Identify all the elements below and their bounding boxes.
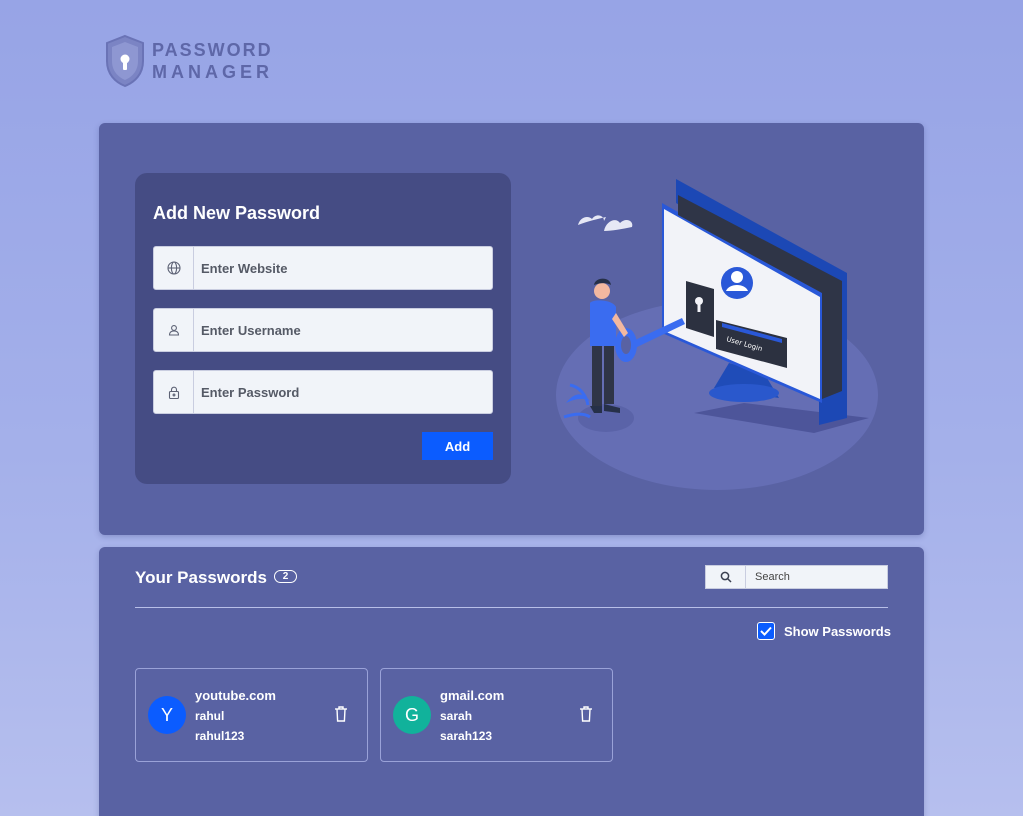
password-item: G gmail.com sarah sarah123 [380,668,613,762]
password-value: rahul123 [195,729,245,743]
avatar: Y [148,696,186,734]
password-value: sarah123 [440,729,493,743]
add-password-card: Add New Password Enter Website Enter Use… [99,123,924,535]
trash-icon[interactable] [578,705,594,723]
logo-line-1: PASSWORD [152,40,273,60]
lock-icon [154,371,194,413]
website-input[interactable] [194,260,484,276]
show-passwords-toggle[interactable]: Show Passwords [757,622,891,640]
shield-keyhole-icon [106,34,144,88]
username-input[interactable] [194,322,484,338]
password-username: rahul [195,709,225,723]
passwords-list-card: Your Passwords 2 Show Passwords Y youtub… [99,547,924,816]
form-title: Add New Password [153,203,321,223]
website-field [153,246,493,290]
search-input[interactable] [746,571,886,583]
app-logo: PASSWORD MANAGER [104,34,273,88]
password-website: gmail.com [440,688,505,703]
avatar: G [393,696,431,734]
add-password-form: Add New Password Enter Website Enter Use… [135,173,511,484]
password-field [153,370,493,414]
username-field [153,308,493,352]
user-icon [154,309,194,351]
show-passwords-checkbox[interactable] [757,622,775,640]
globe-icon [154,247,194,289]
search-field [705,565,888,589]
logo-line-2: MANAGER [152,62,273,82]
password-website: youtube.com [195,688,276,703]
add-button[interactable]: Add [422,432,493,460]
password-username: sarah [440,709,473,723]
trash-icon[interactable] [333,705,349,723]
search-icon [706,566,746,588]
show-passwords-label: Show Passwords [784,623,891,639]
password-count-badge: 2 [274,570,297,583]
password-illustration: User Login [556,179,878,490]
password-item: Y youtube.com rahul rahul123 [135,668,368,762]
divider [135,607,888,608]
password-input[interactable] [194,384,484,400]
passwords-title: Your Passwords [135,568,267,587]
checkmark-icon [760,626,772,636]
